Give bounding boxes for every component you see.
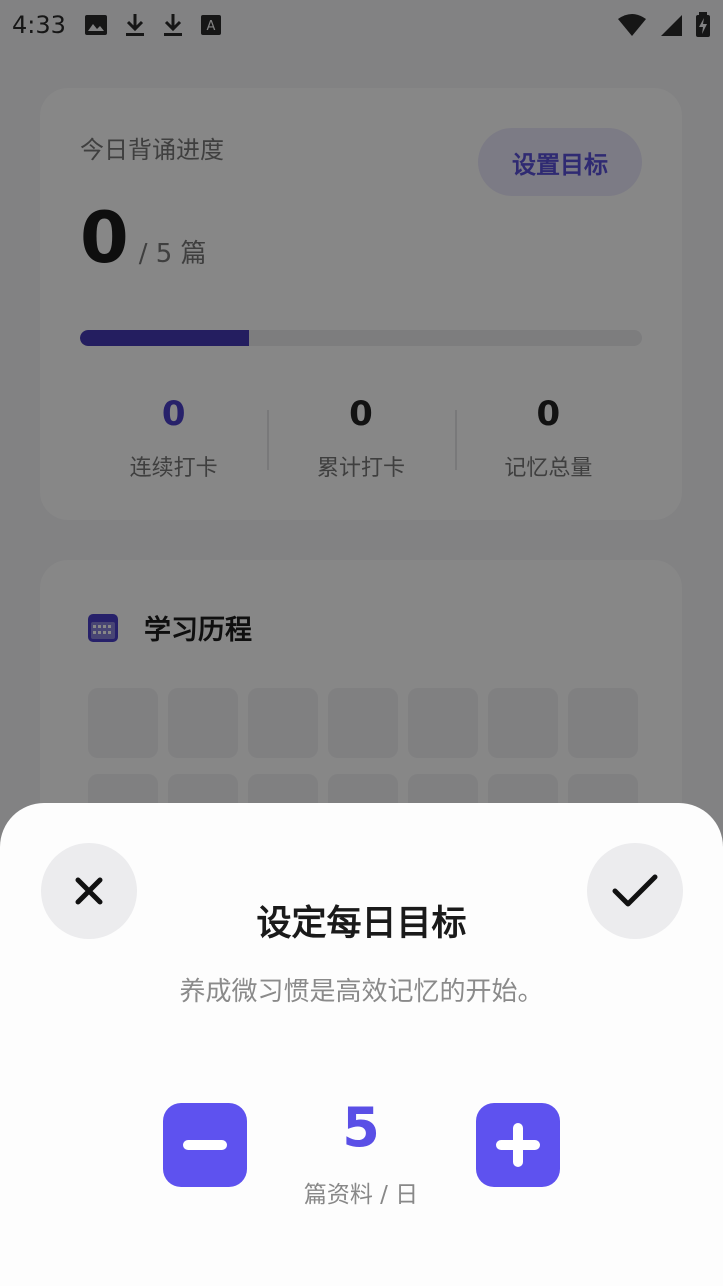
sheet-title: 设定每日目标	[256, 904, 467, 944]
goal-unit: 篇资料 / 日	[303, 1182, 419, 1208]
minus-icon	[183, 1140, 227, 1150]
increase-button[interactable]	[476, 1103, 560, 1187]
goal-value: 5	[342, 1096, 380, 1159]
sheet-subtitle: 养成微习惯是高效记忆的开始。	[179, 977, 544, 1007]
daily-goal-sheet: 设定每日目标 养成微习惯是高效记忆的开始。 5 篇资料 / 日	[0, 803, 723, 1286]
plus-icon	[496, 1123, 540, 1167]
